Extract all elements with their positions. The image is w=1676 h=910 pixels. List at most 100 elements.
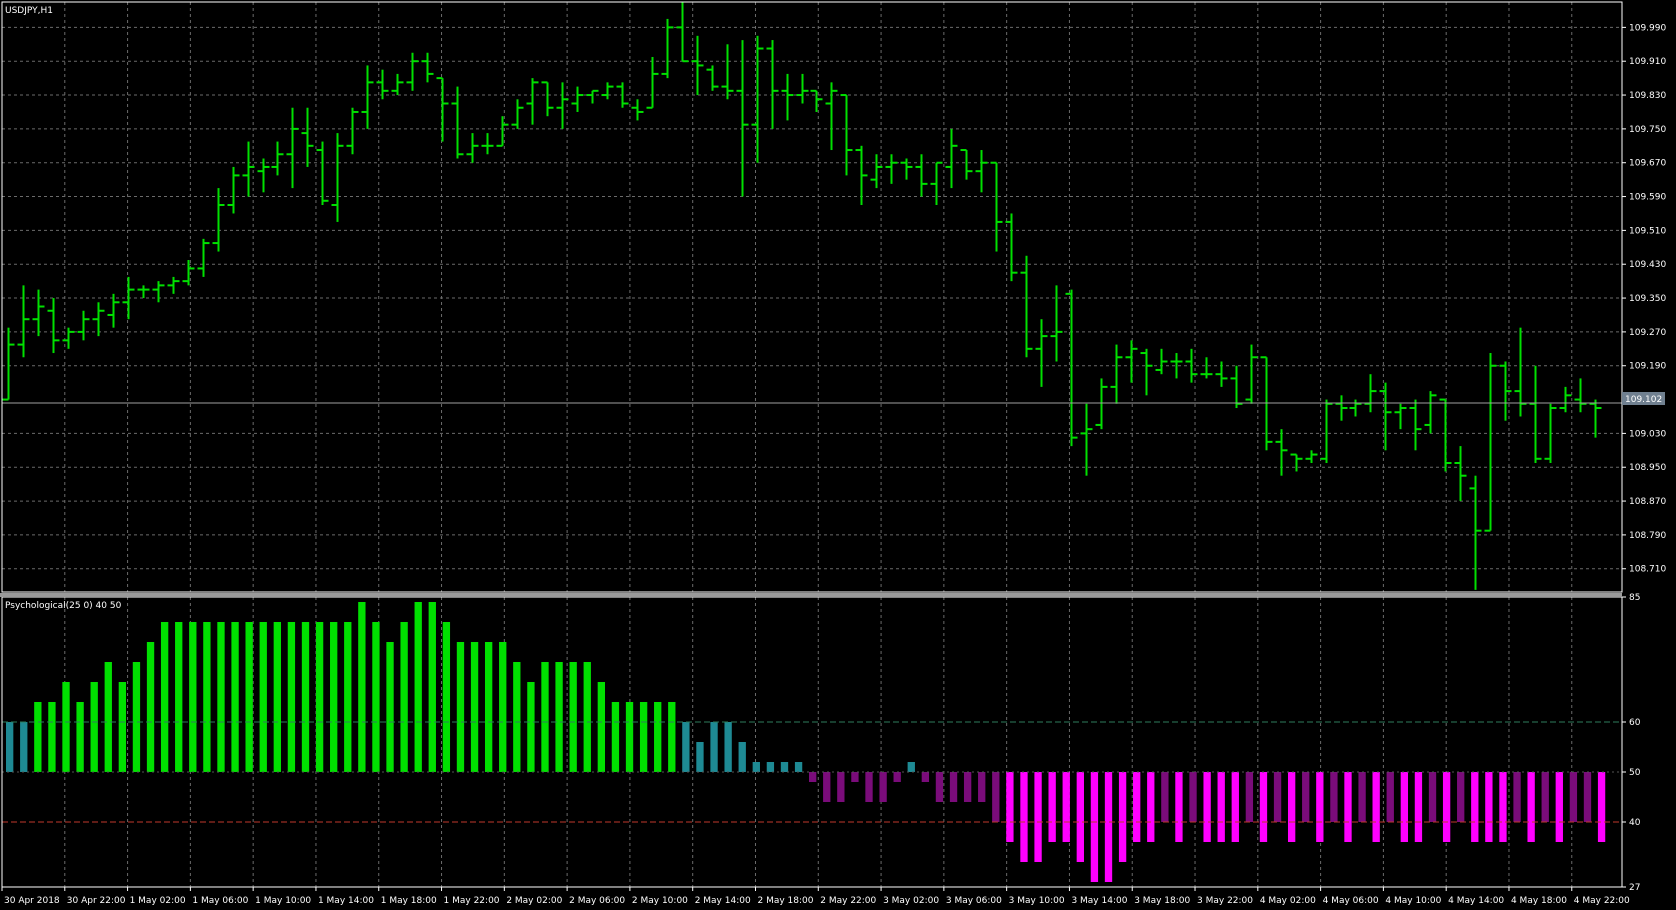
indicator-histogram-bar[interactable] [76,702,84,772]
indicator-histogram-bar[interactable] [1217,772,1225,842]
indicator-histogram-bar[interactable] [583,662,591,772]
indicator-histogram-bar[interactable] [893,772,901,782]
indicator-histogram-bar[interactable] [400,622,408,772]
indicator-histogram-bar[interactable] [189,622,197,772]
indicator-histogram-bar[interactable] [1372,772,1380,842]
indicator-histogram-bar[interactable] [1189,772,1197,822]
indicator-histogram-bar[interactable] [978,772,986,802]
indicator-histogram-bar[interactable] [738,742,746,772]
indicator-histogram-bar[interactable] [527,682,535,772]
indicator-histogram-bar[interactable] [1076,772,1084,862]
indicator-histogram-bar[interactable] [217,622,225,772]
indicator-histogram-bar[interactable] [611,702,620,772]
indicator-histogram-bar[interactable] [794,762,803,772]
indicator-histogram-bar[interactable] [175,622,183,772]
indicator-histogram-bar[interactable] [1386,772,1394,822]
indicator-histogram-bar[interactable] [1273,772,1282,822]
indicator-histogram-bar[interactable] [414,602,422,772]
indicator-histogram-bar[interactable] [203,622,211,772]
indicator-histogram-bar[interactable] [1471,772,1479,842]
indicator-histogram-bar[interactable] [1118,772,1127,862]
indicator-histogram-bar[interactable] [1414,772,1423,842]
indicator-histogram-bar[interactable] [1541,772,1549,822]
indicator-histogram-bar[interactable] [597,682,606,772]
indicator-histogram-bar[interactable] [428,602,436,772]
indicator-histogram-bar[interactable] [766,762,775,772]
indicator-histogram-bar[interactable] [1344,772,1352,842]
indicator-histogram-bar[interactable] [1428,772,1437,822]
indicator-histogram-bar[interactable] [724,722,732,772]
indicator-histogram-bar[interactable] [1161,772,1169,822]
indicator-histogram-bar[interactable] [301,622,310,772]
indicator-histogram-bar[interactable] [386,642,394,772]
indicator-histogram-bar[interactable] [1527,772,1535,842]
indicator-histogram-bar[interactable] [315,622,324,772]
indicator-histogram-bar[interactable] [1020,772,1028,862]
indicator-histogram-bar[interactable] [668,702,676,772]
indicator-histogram-bar[interactable] [780,762,789,772]
indicator-histogram-bar[interactable] [1555,772,1563,842]
mt4-chart-window[interactable]: 109.990 109.910 109.830 109.750 109.670 109.5… [0,0,1676,910]
indicator-histogram-bar[interactable] [442,622,451,772]
indicator-histogram-bar[interactable] [935,772,944,802]
indicator-histogram-bar[interactable] [160,622,169,772]
indicator-histogram-bar[interactable] [1569,772,1578,822]
indicator-histogram-bar[interactable] [1400,772,1409,842]
indicator-histogram-bar[interactable] [541,662,549,772]
indicator-histogram-bar[interactable] [287,622,296,772]
indicator-histogram-bar[interactable] [851,772,859,782]
indicator-histogram-bar[interactable] [1457,772,1465,822]
indicator-histogram-bar[interactable] [1583,772,1592,822]
indicator-histogram-bar[interactable] [1597,772,1606,842]
panel-separator[interactable] [0,593,1622,597]
indicator-histogram-bar[interactable] [90,682,98,772]
indicator-histogram-bar[interactable] [330,622,338,772]
indicator-histogram-bar[interactable] [1259,772,1268,842]
indicator-histogram-bar[interactable] [273,622,281,772]
indicator-histogram-bar[interactable] [1175,772,1183,842]
indicator-histogram-bar[interactable] [569,662,577,772]
indicator-histogram-bar[interactable] [823,772,831,802]
indicator-histogram-bar[interactable] [1485,772,1493,842]
indicator-histogram-bar[interactable] [921,772,930,782]
indicator-histogram-bar[interactable] [639,702,648,772]
indicator-histogram-bar[interactable] [372,622,380,772]
indicator-histogram-bar[interactable] [555,662,563,772]
indicator-histogram-bar[interactable] [1133,772,1141,842]
indicator-histogram-bar[interactable] [682,722,690,772]
indicator-histogram-bar[interactable] [344,622,352,772]
indicator-histogram-bar[interactable] [132,662,141,772]
indicator-histogram-bar[interactable] [104,662,112,772]
indicator-histogram-bar[interactable] [696,742,704,772]
indicator-histogram-bar[interactable] [484,642,493,772]
indicator-histogram-bar[interactable] [625,702,634,772]
indicator-histogram-bar[interactable] [1513,772,1521,822]
indicator-histogram-bar[interactable] [1104,772,1113,882]
indicator-histogram-bar[interactable] [752,762,760,772]
indicator-histogram-bar[interactable] [456,642,465,772]
indicator-histogram-bar[interactable] [1231,772,1239,842]
indicator-histogram-bar[interactable] [1499,772,1507,842]
indicator-histogram-bar[interactable] [1302,772,1310,822]
indicator-histogram-bar[interactable] [1147,772,1155,842]
indicator-histogram-bar[interactable] [1048,772,1056,842]
indicator-histogram-bar[interactable] [231,622,239,772]
indicator-histogram-bar[interactable] [1034,772,1042,862]
indicator-histogram-bar[interactable] [34,702,42,772]
indicator-histogram-bar[interactable] [1245,772,1254,822]
indicator-histogram-bar[interactable] [62,682,70,772]
indicator-histogram-bar[interactable] [48,702,56,772]
indicator-histogram-bar[interactable] [245,622,253,772]
indicator-histogram-bar[interactable] [358,602,366,772]
indicator-histogram-bar[interactable] [1203,772,1211,842]
indicator-histogram-bar[interactable] [1006,772,1014,842]
indicator-histogram-bar[interactable] [6,722,14,772]
indicator-histogram-bar[interactable] [470,642,479,772]
indicator-histogram-bar[interactable] [259,622,267,772]
indicator-histogram-bar[interactable] [837,772,845,802]
indicator-histogram-bar[interactable] [1358,772,1366,822]
indicator-histogram-bar[interactable] [710,722,718,772]
indicator-histogram-bar[interactable] [865,772,873,802]
indicator-histogram-bar[interactable] [654,702,662,772]
indicator-histogram-bar[interactable] [992,772,1000,822]
